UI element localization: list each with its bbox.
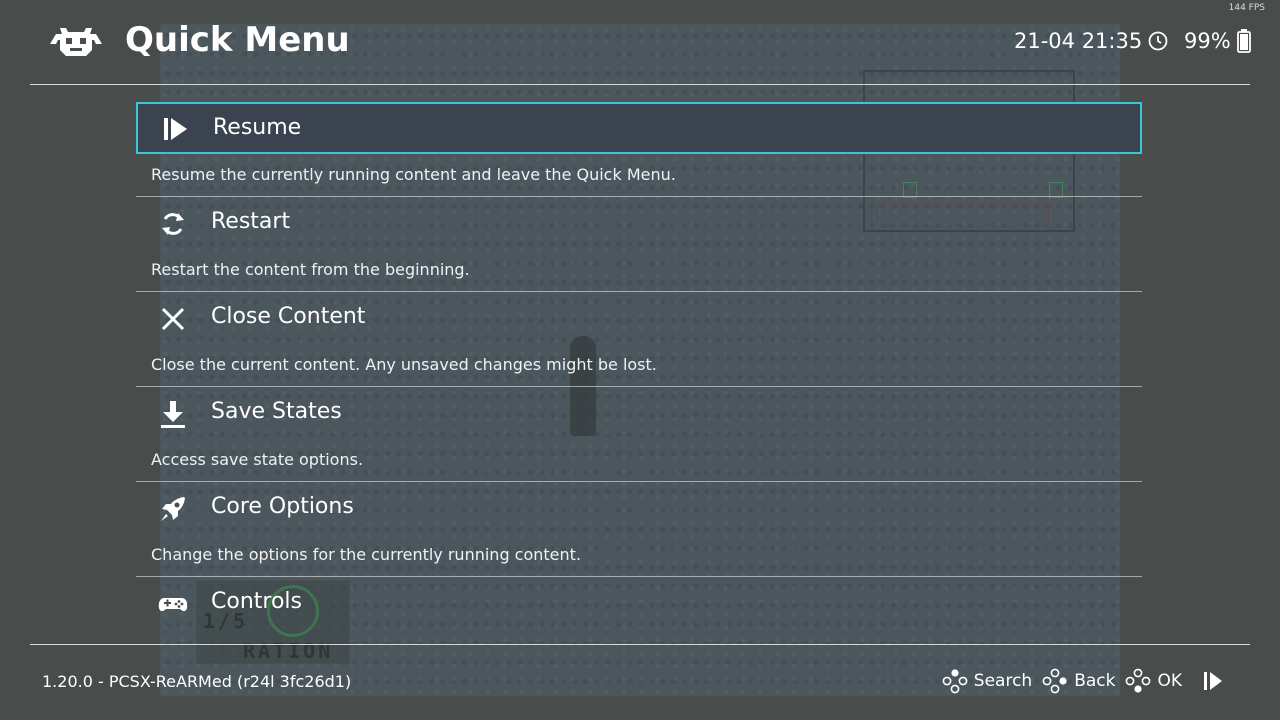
menu-item-row[interactable]: Close Content bbox=[136, 292, 1142, 344]
restart-icon bbox=[162, 213, 184, 235]
battery-percent: 99% bbox=[1184, 29, 1231, 53]
menu-item-row[interactable]: Controls bbox=[136, 577, 1142, 629]
menu-item-description: Restart the content from the beginning. bbox=[136, 249, 1142, 292]
gamepad-face-buttons-icon bbox=[1042, 668, 1067, 694]
gamepad-icon bbox=[158, 598, 188, 612]
back-action-label: Back bbox=[1074, 671, 1116, 691]
version-info: 1.20.0 - PCSX-ReARMed (r24l 3fc26d1) bbox=[42, 672, 352, 691]
search-action[interactable]: Search bbox=[942, 668, 1032, 694]
menu-item-description: Access save state options. bbox=[136, 439, 1142, 482]
menu-item-controls[interactable]: Controls bbox=[136, 577, 1142, 642]
quick-menu-list: Resume Resume the currently running cont… bbox=[136, 102, 1144, 642]
ok-action[interactable]: OK bbox=[1125, 668, 1182, 694]
menu-item-description bbox=[136, 629, 1142, 642]
menu-item-core-options[interactable]: Core Options Change the options for the … bbox=[136, 482, 1142, 577]
download-icon bbox=[161, 401, 185, 428]
header: Quick Menu 21-04 21:35 99% bbox=[0, 0, 1280, 84]
battery-icon bbox=[1236, 29, 1251, 53]
menu-item-label: Controls bbox=[211, 589, 302, 614]
menu-item-restart[interactable]: Restart Restart the content from the beg… bbox=[136, 197, 1142, 292]
menu-item-close-content[interactable]: Close Content Close the current content.… bbox=[136, 292, 1142, 387]
menu-item-row[interactable]: Core Options bbox=[136, 482, 1142, 534]
menu-item-description: Change the options for the currently run… bbox=[136, 534, 1142, 577]
ok-action-label: OK bbox=[1157, 671, 1182, 691]
footer-actions: Search Back OK bbox=[942, 668, 1224, 694]
back-action[interactable]: Back bbox=[1042, 668, 1115, 694]
gamepad-face-buttons-icon bbox=[942, 669, 968, 694]
footer-divider bbox=[30, 644, 1250, 645]
menu-item-label: Restart bbox=[211, 209, 291, 234]
resume-icon[interactable] bbox=[1202, 670, 1224, 692]
menu-item-label: Close Content bbox=[211, 304, 366, 329]
menu-item-label: Resume bbox=[213, 115, 302, 140]
battery-status: 99% bbox=[1184, 29, 1251, 53]
menu-item-resume[interactable]: Resume Resume the currently running cont… bbox=[136, 102, 1142, 197]
header-divider bbox=[30, 84, 1250, 85]
menu-item-description: Resume the currently running content and… bbox=[136, 154, 1142, 197]
menu-item-row[interactable]: Restart bbox=[136, 197, 1142, 249]
menu-item-row[interactable]: Save States bbox=[136, 387, 1142, 439]
menu-item-label: Save States bbox=[211, 399, 342, 424]
retroarch-logo-icon bbox=[50, 28, 102, 56]
page-title: Quick Menu bbox=[125, 20, 350, 60]
clock: 21-04 21:35 bbox=[1014, 29, 1168, 53]
gamepad-face-buttons-icon bbox=[1126, 668, 1151, 693]
close-icon bbox=[161, 307, 185, 331]
rocket-icon bbox=[161, 497, 185, 521]
menu-item-description: Close the current content. Any unsaved c… bbox=[136, 344, 1142, 387]
clock-icon bbox=[1148, 31, 1168, 51]
resume-icon bbox=[164, 118, 187, 140]
menu-item-row[interactable]: Resume bbox=[136, 102, 1142, 154]
datetime-text: 21-04 21:35 bbox=[1014, 29, 1143, 53]
menu-item-save-states[interactable]: Save States Access save state options. bbox=[136, 387, 1142, 482]
search-action-label: Search bbox=[973, 671, 1033, 691]
menu-item-label: Core Options bbox=[211, 494, 354, 519]
